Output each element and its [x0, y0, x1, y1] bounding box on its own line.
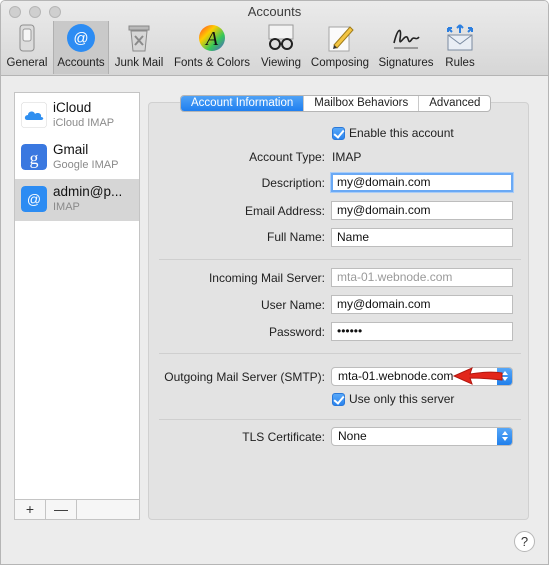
at-sign-icon: @ — [67, 24, 95, 52]
accounts-list-footer: + — — [15, 499, 139, 519]
smtp-label: Outgoing Mail Server (SMTP): — [164, 370, 325, 384]
password-label: Password: — [268, 325, 325, 339]
help-button[interactable]: ? — [514, 531, 535, 552]
toolbar-general[interactable]: General — [3, 21, 51, 74]
full-name-label: Full Name: — [266, 230, 325, 244]
glasses-icon — [268, 24, 294, 50]
tls-row: TLS Certificate: — [151, 430, 325, 448]
toolbar-junk-mail-label: Junk Mail — [114, 57, 164, 69]
account-type-value: IMAP — [332, 150, 362, 164]
username-row: User Name: — [151, 298, 325, 316]
toolbar-rules[interactable]: Rules — [439, 21, 481, 74]
enable-account-checkbox[interactable] — [332, 127, 345, 140]
toolbar-signatures[interactable]: Signatures — [375, 21, 437, 74]
section-divider — [159, 419, 521, 420]
account-type: Google IMAP — [53, 159, 119, 171]
svg-text:@: @ — [27, 191, 41, 207]
toolbar-fonts-colors-label: Fonts & Colors — [173, 57, 251, 69]
toolbar-rules-label: Rules — [445, 57, 475, 69]
email-address-label: Email Address: — [244, 204, 325, 218]
incoming-server-label: Incoming Mail Server: — [208, 271, 325, 285]
accounts-preferences-window: Accounts General @ Accounts Junk Mail A … — [0, 0, 549, 565]
tab-account-information[interactable]: Account Information — [181, 96, 305, 111]
toolbar-general-label: General — [6, 57, 48, 69]
account-name: iCloud — [53, 100, 92, 115]
description-label: Description: — [261, 176, 325, 190]
tls-certificate-label: TLS Certificate: — [242, 430, 325, 444]
font-color-wheel-icon: A — [199, 25, 225, 51]
fullname-row: Full Name: — [151, 230, 325, 248]
at-icon: @ — [21, 186, 47, 212]
toolbar-composing[interactable]: Composing — [307, 21, 373, 74]
account-type: iCloud IMAP — [53, 117, 115, 129]
tls-certificate-popup[interactable]: None — [331, 427, 513, 446]
account-item-icloud[interactable]: iCloud iCloud IMAP — [15, 95, 139, 137]
google-icon: g — [21, 144, 47, 170]
switch-icon — [19, 24, 35, 52]
section-divider — [159, 353, 521, 354]
annotation-arrow-icon — [452, 367, 503, 385]
incoming-server-field[interactable]: mta-01.webnode.com — [331, 268, 513, 287]
add-account-button[interactable]: + — [15, 500, 46, 519]
description-row: Description: — [151, 176, 325, 194]
password-row: Password: — [151, 325, 325, 343]
user-name-field[interactable]: my@domain.com — [331, 295, 513, 314]
trash-bin-icon — [128, 25, 150, 52]
email-address-field[interactable]: my@domain.com — [331, 201, 513, 220]
remove-account-button[interactable]: — — [46, 500, 77, 519]
toolbar-viewing[interactable]: Viewing — [257, 21, 305, 74]
account-name: Gmail — [53, 142, 89, 157]
password-field[interactable]: •••••• — [331, 322, 513, 341]
account-item-gmail[interactable]: g Gmail Google IMAP — [15, 137, 139, 179]
toolbar-signatures-label: Signatures — [378, 57, 434, 69]
svg-text:@: @ — [73, 30, 88, 47]
tab-advanced[interactable]: Advanced — [419, 96, 490, 111]
toolbar-fonts-colors[interactable]: A Fonts & Colors — [169, 21, 255, 74]
account-type: IMAP — [53, 201, 80, 213]
smtp-row: Outgoing Mail Server (SMTP): — [151, 370, 325, 388]
account-item-admin[interactable]: @ admin@p... IMAP — [15, 179, 139, 221]
account-type-row: Account Type: — [151, 150, 325, 168]
account-name: admin@p... — [53, 184, 123, 199]
full-name-field[interactable]: Name — [331, 228, 513, 247]
toolbar-composing-label: Composing — [310, 57, 370, 69]
rules-envelope-icon — [447, 24, 473, 51]
toolbar-junk-mail[interactable]: Junk Mail — [111, 21, 167, 74]
account-type-label: Account Type: — [249, 150, 325, 164]
email-row: Email Address: — [151, 204, 325, 222]
use-only-server-label: Use only this server — [349, 392, 455, 406]
smtp-server-value: mta-01.webnode.com — [338, 369, 454, 383]
description-field[interactable]: my@domain.com — [331, 173, 513, 192]
settings-tab-bar: Account Information Mailbox Behaviors Ad… — [180, 95, 492, 112]
section-divider — [159, 259, 521, 260]
toolbar-accounts-label: Accounts — [57, 57, 105, 69]
popup-arrows-icon — [497, 428, 512, 445]
toolbar-accounts[interactable]: @ Accounts — [53, 21, 109, 74]
tab-mailbox-behaviors[interactable]: Mailbox Behaviors — [304, 96, 420, 111]
user-name-label: User Name: — [260, 298, 325, 312]
svg-text:g: g — [30, 148, 39, 168]
accounts-list: iCloud iCloud IMAP g Gmail Google IMAP @… — [14, 92, 140, 520]
use-only-server-checkbox[interactable] — [332, 393, 345, 406]
signature-icon — [393, 29, 420, 49]
toolbar-viewing-label: Viewing — [260, 57, 302, 69]
svg-text:A: A — [204, 28, 219, 50]
enable-account-label: Enable this account — [349, 126, 454, 140]
tls-certificate-value: None — [338, 429, 367, 443]
window-title: Accounts — [247, 4, 302, 19]
pencil-paper-icon — [328, 26, 354, 52]
title-bar: Accounts General @ Accounts Junk Mail A … — [1, 1, 548, 76]
cloud-icon — [21, 102, 47, 128]
incoming-row: Incoming Mail Server: — [151, 271, 325, 289]
